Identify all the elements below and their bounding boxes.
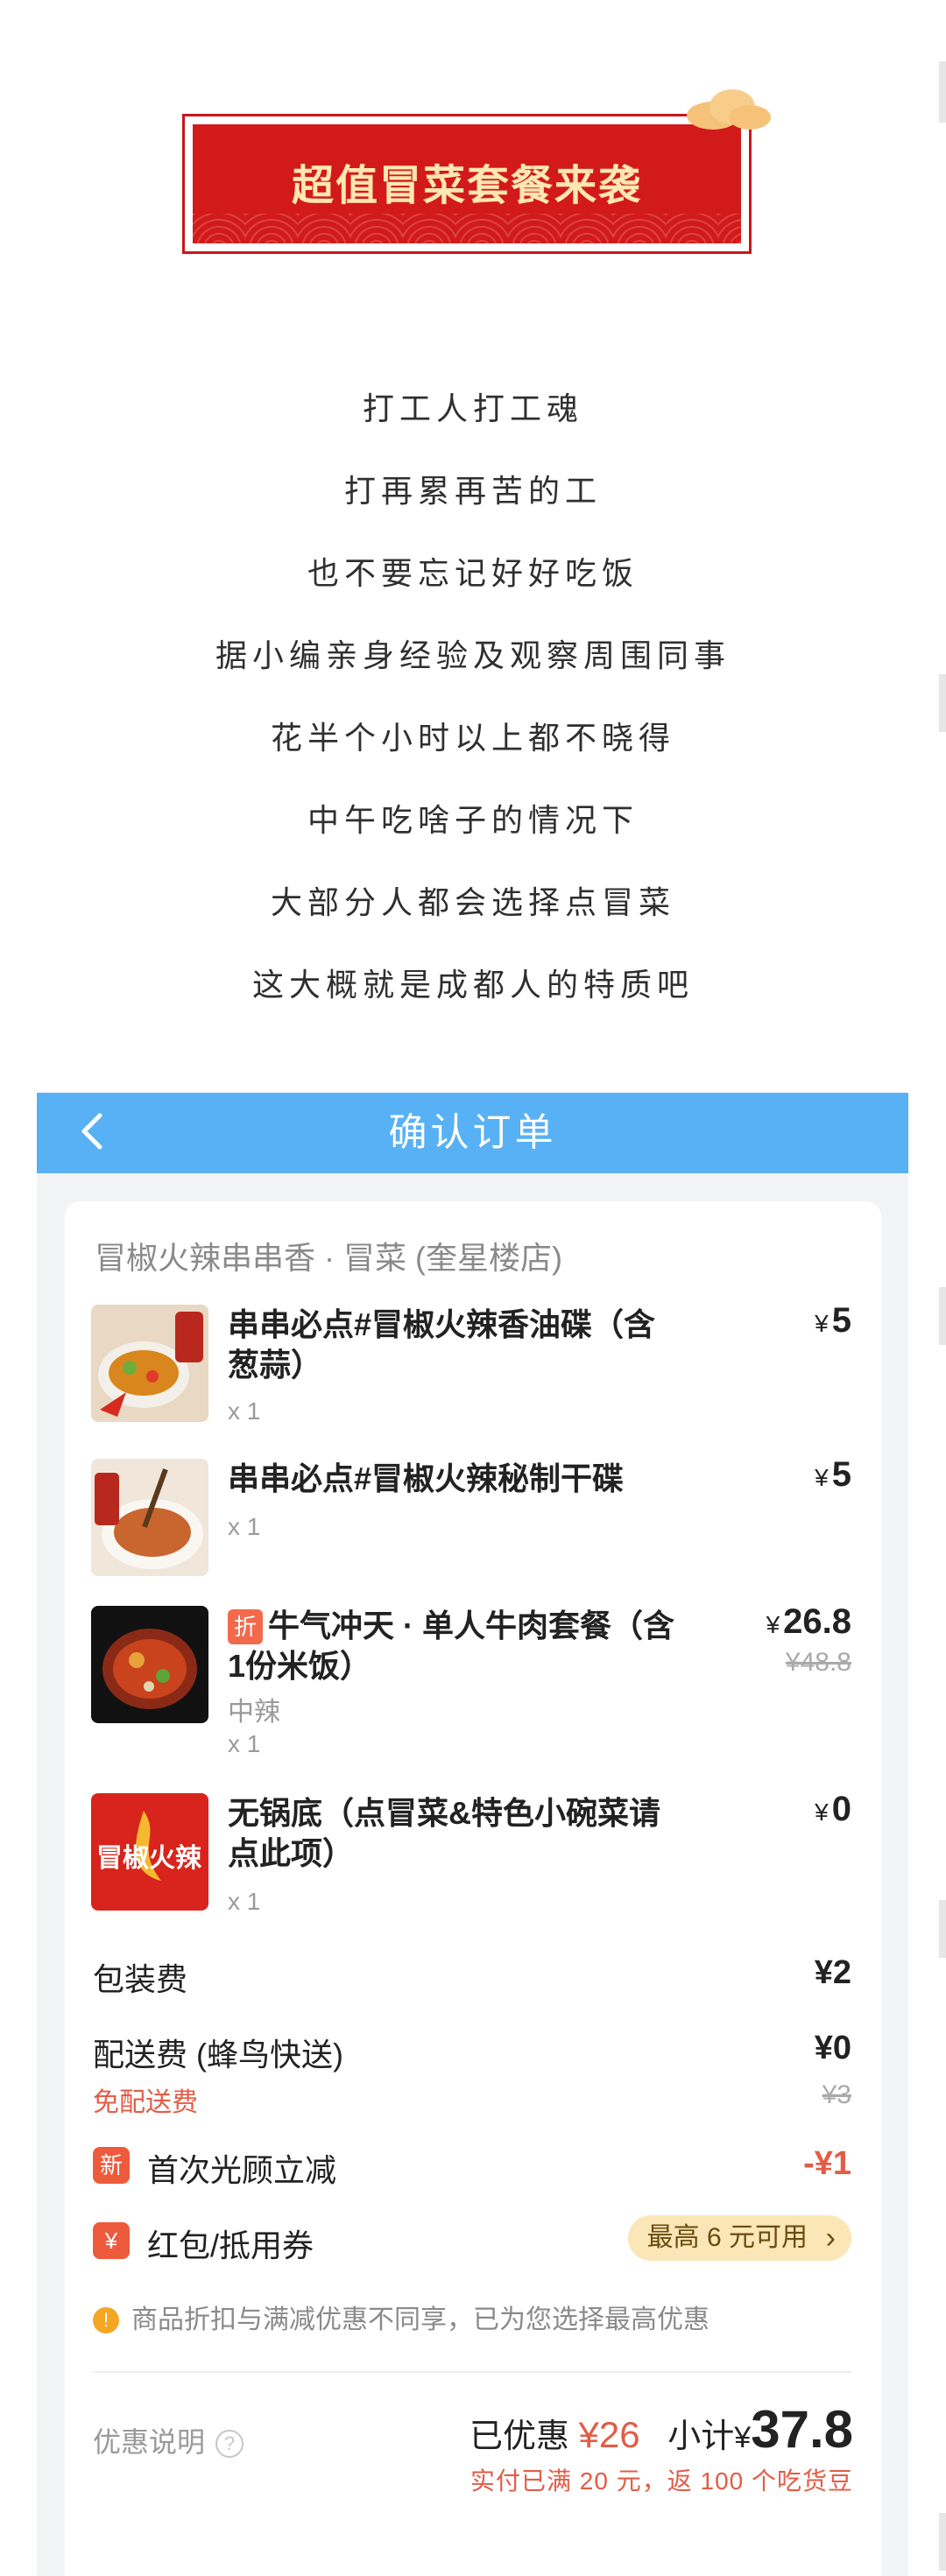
new-badge-icon: 新 bbox=[93, 2147, 130, 2184]
delivery-fee-row: 配送费 (蜂鸟快送) ¥0 bbox=[93, 2030, 851, 2075]
item-thumbnail bbox=[91, 1459, 208, 1576]
intro-line: 也不要忘记好好吃饭 bbox=[307, 555, 639, 591]
item-price: ¥26.8 bbox=[766, 1602, 851, 1641]
banner-wave-pattern bbox=[193, 214, 741, 243]
svg-text:冒椒火辣: 冒椒火辣 bbox=[96, 1843, 202, 1874]
first-visit-label: 首次光顾立减 bbox=[147, 2152, 337, 2188]
intro-line: 打再累再苦的工 bbox=[343, 473, 602, 509]
item-original-price: ¥48.8 bbox=[785, 1648, 851, 1677]
promo-info-link[interactable]: 优惠说明? bbox=[93, 2420, 244, 2460]
discounted-label: 已优惠 bbox=[469, 2418, 569, 2455]
subtotal-value: 37.8 bbox=[751, 2400, 853, 2459]
order-item: 冒椒火辣 无锅底（点冒菜&特色小碗菜请点此项） x 1 ¥0 bbox=[91, 1790, 851, 1925]
packaging-fee-label: 包装费 bbox=[93, 1961, 188, 1997]
item-spec: 中辣 bbox=[228, 1698, 280, 1727]
intro-line: 这大概就是成都人的特质吧 bbox=[251, 967, 694, 1003]
item-price: ¥0 bbox=[815, 1790, 851, 1828]
delivery-fee-value: ¥0 bbox=[814, 2030, 851, 2066]
warning-icon: ! bbox=[93, 2307, 119, 2333]
intro-line: 大部分人都会选择点冒菜 bbox=[270, 884, 675, 920]
delivery-fee-label: 配送费 (蜂鸟快送) bbox=[93, 2037, 343, 2073]
intro-line: 据小编亲身经验及观察周围同事 bbox=[215, 637, 731, 673]
item-thumbnail bbox=[91, 1305, 208, 1422]
item-price: ¥5 bbox=[815, 1301, 851, 1340]
item-name: 折牛气冲天 · 单人牛肉套餐（含1份米饭） bbox=[228, 1608, 674, 1684]
page-title: 确认订单 bbox=[388, 1111, 557, 1154]
item-price: ¥5 bbox=[815, 1455, 851, 1494]
item-name: 串串必点#冒椒火辣秘制干碟 bbox=[228, 1460, 625, 1496]
scroll-indicator bbox=[939, 2513, 946, 2571]
coupon-select-button[interactable]: 最高 6 元可用 › bbox=[627, 2215, 851, 2261]
intro-text: 打工人打工魂 打再累再苦的工 也不要忘记好好吃饭 据小编亲身经验及观察周围同事 … bbox=[0, 368, 946, 1026]
discount-notice: ! 商品折扣与满减优惠不同享，已为您选择最高优惠 bbox=[93, 2298, 710, 2336]
intro-line: 中午吃啥子的情况下 bbox=[307, 802, 639, 838]
item-thumbnail: 冒椒火辣 bbox=[91, 1793, 208, 1911]
intro-line: 打工人打工魂 bbox=[362, 391, 583, 426]
item-thumbnail bbox=[91, 1606, 208, 1723]
delivery-original-fee: ¥3 bbox=[822, 2080, 851, 2109]
order-summary: 已优惠 ¥26 小计¥37.8 bbox=[469, 2400, 853, 2459]
banner-body: 超值冒菜套餐来袭 bbox=[193, 124, 741, 243]
item-name: 串串必点#冒椒火辣香油碟（含葱蒜） bbox=[228, 1306, 656, 1383]
packaging-fee-value: ¥2 bbox=[814, 1954, 851, 1991]
chevron-right-icon: › bbox=[825, 2221, 836, 2255]
discount-badge: 折 bbox=[228, 1609, 263, 1644]
item-quantity: x 1 bbox=[228, 1730, 261, 1757]
item-name: 无锅底（点冒菜&特色小碗菜请点此项） bbox=[228, 1795, 660, 1871]
item-quantity: x 1 bbox=[228, 1397, 261, 1425]
scroll-indicator bbox=[939, 61, 946, 123]
coupon-label: 红包/抵用券 bbox=[147, 2228, 314, 2263]
scroll-indicator bbox=[939, 1287, 946, 1345]
divider bbox=[93, 2371, 851, 2373]
discounted-value: ¥26 bbox=[578, 2414, 640, 2455]
cashback-text: 实付已满 20 元，返 100 个吃货豆 bbox=[470, 2467, 853, 2495]
coupon-icon: ¥ bbox=[93, 2222, 130, 2259]
subtotal-label: 小计 bbox=[667, 2418, 735, 2455]
scroll-indicator bbox=[939, 1900, 946, 1958]
intro-line: 花半个小时以上都不晓得 bbox=[270, 720, 675, 756]
order-header: 确认订单 bbox=[37, 1093, 908, 1173]
first-visit-value: -¥1 bbox=[803, 2145, 851, 2182]
order-item: 串串必点#冒椒火辣秘制干碟 x 1 ¥5 bbox=[91, 1455, 851, 1581]
order-item: 折牛气冲天 · 单人牛肉套餐（含1份米饭） 中辣 x 1 ¥26.8 ¥48.8 bbox=[91, 1602, 851, 1772]
shop-name[interactable]: 冒椒火辣串串香 · 冒菜 (奎星楼店) bbox=[95, 1233, 562, 1278]
banner-title: 超值冒菜套餐来袭 bbox=[291, 163, 642, 209]
order-item: 串串必点#冒椒火辣香油碟（含葱蒜） x 1 ¥5 bbox=[91, 1301, 851, 1427]
free-delivery-label: 免配送费 bbox=[93, 2088, 198, 2117]
promo-banner: 超值冒菜套餐来袭 bbox=[182, 89, 771, 254]
help-icon[interactable]: ? bbox=[215, 2430, 244, 2458]
item-quantity: x 1 bbox=[228, 1888, 261, 1915]
cloud-icon bbox=[687, 89, 771, 130]
packaging-fee-row: 包装费 ¥2 bbox=[93, 1954, 851, 2000]
item-quantity: x 1 bbox=[228, 1513, 261, 1540]
